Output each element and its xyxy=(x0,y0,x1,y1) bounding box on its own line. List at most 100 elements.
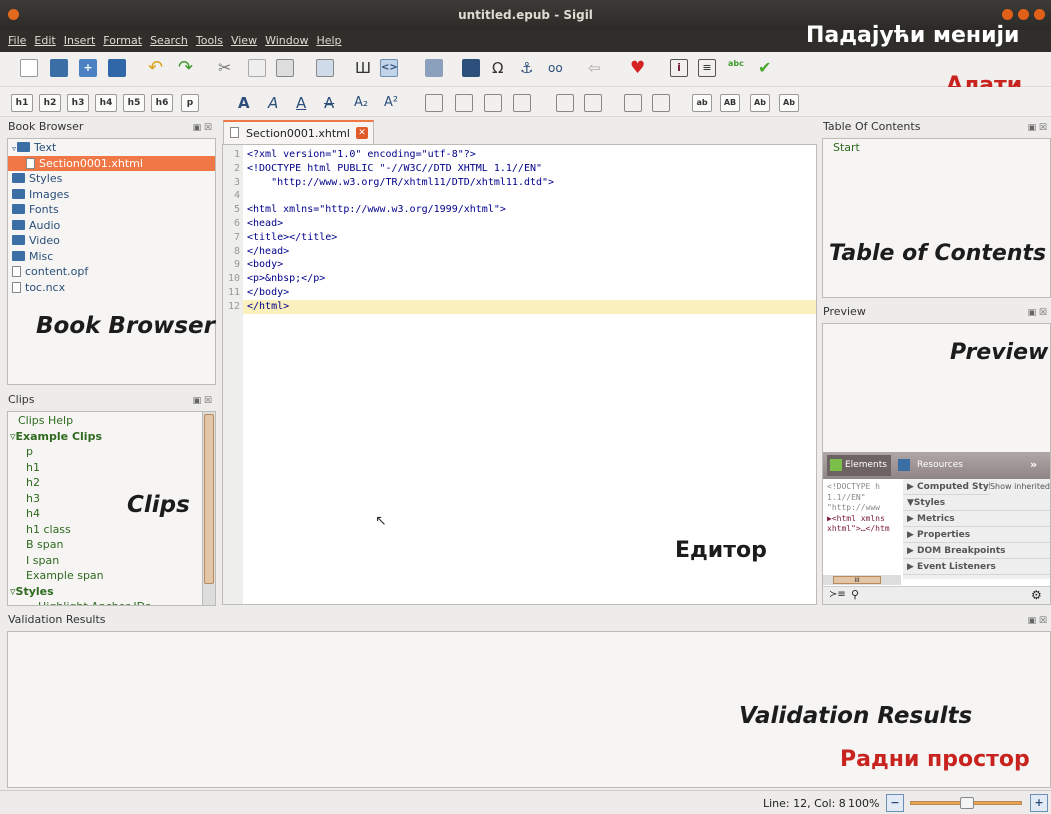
bold-icon[interactable]: A xyxy=(238,94,256,112)
clip-item[interactable]: Highlight Anchor IDs xyxy=(8,599,215,605)
split-icon[interactable] xyxy=(425,59,443,77)
code-line[interactable]: <head> xyxy=(247,217,554,231)
donate-heart-icon[interactable]: ♥ xyxy=(630,59,648,77)
redo-icon[interactable]: ↷ xyxy=(178,59,196,77)
strikethrough-icon[interactable]: A xyxy=(324,94,342,112)
metadata-icon[interactable]: i xyxy=(670,59,688,77)
heading-p-button[interactable]: p xyxy=(181,94,199,112)
clip-item[interactable]: h2 xyxy=(8,475,215,491)
case-button-3[interactable]: Ab xyxy=(779,94,799,112)
clip-item[interactable]: ▿Styles xyxy=(8,584,215,600)
dock-float-close-icon[interactable]: ▣ ☒ xyxy=(1028,308,1047,318)
clip-item[interactable]: ▿Example Clips xyxy=(8,429,215,445)
inspector-section[interactable]: ▶ Event Listeners xyxy=(903,559,1050,575)
gear-icon[interactable]: ⚙ xyxy=(1031,588,1042,602)
validate-check-icon[interactable]: ✔ xyxy=(758,59,776,77)
cut-icon[interactable]: ✂ xyxy=(218,59,236,77)
dom-node[interactable]: xhtml">…</htm xyxy=(827,524,890,535)
menu-item-format[interactable]: Format xyxy=(103,34,142,47)
superscript-icon[interactable]: A² xyxy=(384,94,402,112)
zoom-out-button[interactable]: − xyxy=(886,794,904,812)
back-arrow-icon[interactable]: ⇦ xyxy=(588,59,606,77)
anchor-icon[interactable]: ⚓ xyxy=(520,59,538,77)
book-browser-item[interactable]: Fonts xyxy=(8,202,215,218)
tab-elements[interactable]: Elements xyxy=(827,455,891,476)
menu-item-help[interactable]: Help xyxy=(316,34,341,47)
window-close-icon[interactable] xyxy=(1002,9,1013,20)
indent-icon[interactable] xyxy=(652,94,670,112)
book-view-icon[interactable]: Ш xyxy=(355,59,373,77)
open-folder-icon[interactable] xyxy=(50,59,68,77)
book-browser-item[interactable]: Images xyxy=(8,187,215,203)
menu-item-tools[interactable]: Tools xyxy=(196,34,223,47)
paste-icon[interactable] xyxy=(276,59,294,77)
code-view-icon[interactable]: <> xyxy=(380,59,398,77)
dom-tree[interactable]: <!DOCTYPE h 1.1//EN" "http://www ▶<html xml… xyxy=(827,482,890,535)
menu-item-window[interactable]: Window xyxy=(265,34,308,47)
align-center-icon[interactable] xyxy=(455,94,473,112)
code-line[interactable]: </html> xyxy=(247,300,554,314)
close-tab-icon[interactable]: ✕ xyxy=(356,127,368,139)
book-browser-item[interactable]: Misc xyxy=(8,249,215,265)
code-line[interactable]: </body> xyxy=(247,286,554,300)
dock-float-close-icon[interactable]: ▣ ☒ xyxy=(1028,123,1047,133)
inspector-section[interactable]: ▶ Computed Style Show inherited xyxy=(903,479,1050,495)
book-browser-item[interactable]: Video xyxy=(8,233,215,249)
case-button-2[interactable]: Ab xyxy=(750,94,770,112)
code-line[interactable]: <p>&nbsp;</p> xyxy=(247,272,554,286)
find-icon[interactable] xyxy=(316,59,334,77)
subscript-icon[interactable]: A₂ xyxy=(354,94,372,112)
code-line[interactable]: <body> xyxy=(247,258,554,272)
search-icon[interactable]: ⚲ xyxy=(851,588,859,601)
show-inherited-label[interactable]: Show inherited xyxy=(989,479,1050,495)
code-text[interactable]: <?xml version="1.0" encoding="utf-8"?> <!… xyxy=(247,148,554,314)
scroll-thumb[interactable]: III xyxy=(833,576,881,584)
code-line[interactable]: <!DOCTYPE html PUBLIC "-//W3C//DTD XHTML… xyxy=(247,162,554,176)
clip-item[interactable]: p xyxy=(8,444,215,460)
case-button-0[interactable]: ab xyxy=(692,94,712,112)
horizontal-scrollbar[interactable]: III xyxy=(823,575,901,585)
heading-h6-button[interactable]: h6 xyxy=(151,94,173,112)
dom-node[interactable]: <!DOCTYPE h xyxy=(827,482,890,493)
clip-item[interactable]: h1 xyxy=(8,460,215,476)
expand-arrow-icon[interactable]: ▿ xyxy=(12,144,16,153)
dom-node[interactable]: "http://www xyxy=(827,503,890,514)
code-line[interactable] xyxy=(247,189,554,203)
case-button-1[interactable]: AB xyxy=(720,94,740,112)
book-browser-item[interactable]: Audio xyxy=(8,218,215,234)
zoom-in-button[interactable]: + xyxy=(1030,794,1048,812)
inspector-section[interactable]: ▼Styles xyxy=(903,495,1050,511)
book-browser-item[interactable]: content.opf xyxy=(8,264,215,280)
inspector-section[interactable]: ▶ Metrics xyxy=(903,511,1050,527)
editor-tab[interactable]: Section0001.xhtml ✕ xyxy=(223,120,374,144)
clip-item[interactable]: Example span xyxy=(8,568,215,584)
italic-icon[interactable]: A xyxy=(268,94,286,112)
clip-item[interactable]: B span xyxy=(8,537,215,553)
link-icon[interactable]: oo xyxy=(548,59,566,77)
numbered-list-icon[interactable] xyxy=(584,94,602,112)
copy-icon[interactable] xyxy=(248,59,266,77)
inspector-section[interactable]: ▶ Properties xyxy=(903,527,1050,543)
menu-item-search[interactable]: Search xyxy=(150,34,188,47)
underline-icon[interactable]: A xyxy=(296,94,314,112)
dom-node[interactable]: 1.1//EN" xyxy=(827,493,890,504)
more-tabs-icon[interactable]: » xyxy=(1030,458,1037,471)
window-maximize-icon[interactable] xyxy=(1034,9,1045,20)
dock-float-close-icon[interactable]: ▣ ☒ xyxy=(193,396,212,406)
clips-scrollbar[interactable] xyxy=(202,412,215,605)
editor-area[interactable]: 1 2 3 4 5 6 7 8 9 10 11 12 <?xml version="1.0" enco… xyxy=(222,144,817,605)
outdent-icon[interactable] xyxy=(624,94,642,112)
code-line[interactable]: <?xml version="1.0" encoding="utf-8"?> xyxy=(247,148,554,162)
zoom-slider[interactable] xyxy=(910,797,1022,809)
console-icon[interactable]: ≻≡ xyxy=(829,589,846,600)
inspector-section[interactable]: ▶ DOM Breakpoints xyxy=(903,543,1050,559)
book-browser-item[interactable]: Section0001.xhtml xyxy=(8,155,215,171)
menu-item-view[interactable]: View xyxy=(231,34,257,47)
align-justify-icon[interactable] xyxy=(513,94,531,112)
tab-resources[interactable]: Resources xyxy=(897,455,967,476)
align-left-icon[interactable] xyxy=(425,94,443,112)
insert-image-icon[interactable] xyxy=(462,59,480,77)
dom-node[interactable]: ▶<html xmlns xyxy=(827,514,890,525)
special-char-icon[interactable]: Ω xyxy=(492,59,510,77)
clip-item[interactable]: Clips Help xyxy=(8,413,215,429)
